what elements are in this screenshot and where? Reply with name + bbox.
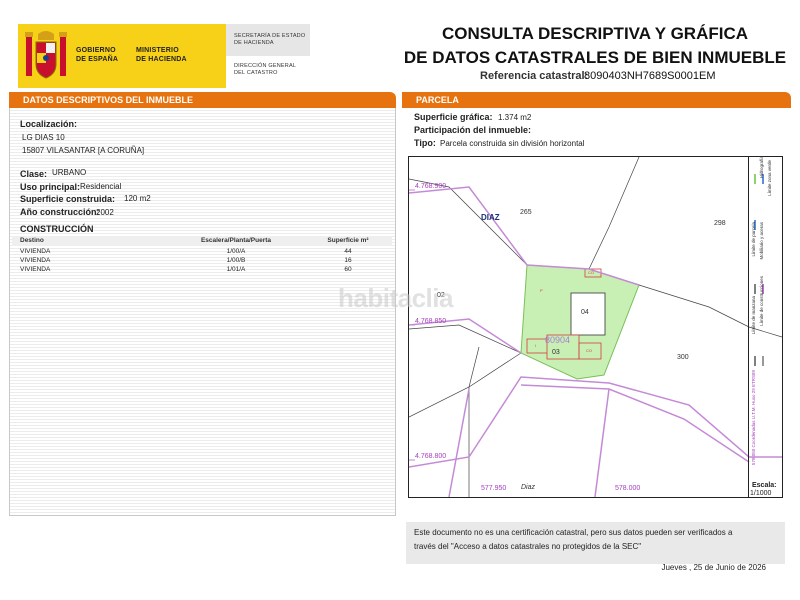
localizacion-label: Localización:	[20, 119, 78, 129]
code-i: I	[535, 343, 537, 348]
superficie-value: 120 m2	[124, 194, 151, 203]
direccion-text: DIRECCIÓN GENERAL DEL CATASTRO	[234, 63, 297, 76]
row-superficie: 16	[344, 257, 352, 264]
superficie-label: Superficie construida:	[20, 194, 116, 204]
document-title: CONSULTA DESCRIPTIVA Y GRÁFICA DE DATOS …	[403, 24, 787, 67]
row-escalera: 1/00/A	[226, 248, 246, 255]
map-drawing	[409, 157, 782, 497]
datos-descriptivos-bar: DATOS DESCRIPTIVOS DEL INMUEBLE	[9, 92, 396, 108]
table-row: VIVIENDA 1/00/B 16	[12, 256, 392, 265]
legend-hidrografia: Hidrografía	[759, 156, 764, 179]
secretaria-text: SECRETARÍA DE ESTADO DE HACIENDA	[234, 33, 306, 46]
parcel-04: 04	[581, 309, 589, 316]
ministerio-text: MINISTERIO DE HACIENDA	[136, 47, 187, 63]
tipo-value: Parcela construida sin división horizont…	[440, 139, 585, 148]
code-co: CO	[586, 348, 592, 353]
parcel-ref-label: 80904	[545, 335, 571, 345]
col-superficie: Superficie m²	[327, 237, 369, 244]
col-destino: Destino	[20, 237, 44, 244]
construccion-table-header: Destino Escalera/Planta/Puerta Superfici…	[12, 236, 392, 246]
legend-coordenadas: 578.050 Coordenadas U.T.M. Huso 29 ETRS8…	[751, 370, 756, 466]
verification-notice: Este documento no es una certificación c…	[406, 522, 785, 564]
code-co-top: CO	[588, 270, 594, 275]
construccion-heading: CONSTRUCCIÓN	[20, 224, 94, 234]
x-label-2: 578.000	[615, 485, 641, 492]
watermark: habitaclia	[338, 283, 453, 313]
uso-value: Residencial	[80, 182, 122, 191]
y-label-3: 4.768.800	[415, 453, 447, 460]
participacion-label: Participación del inmueble:	[414, 125, 532, 135]
legend-mobiliario: Mobiliario y aceras	[759, 222, 764, 260]
notice-line-1: Este documento no es una certificación c…	[414, 528, 733, 537]
tipo-label: Tipo:	[414, 138, 436, 148]
cadastral-map: 4.768.900 4.768.850 4.768.800 577.950 57…	[408, 156, 783, 498]
place-label: DIAZ	[481, 213, 500, 222]
coat-of-arms-icon	[25, 31, 67, 79]
col-escalera: Escalera/Planta/Puerta	[200, 237, 272, 244]
legend-construcciones: Límite de construcciones	[759, 276, 764, 326]
parcel-298: 298	[714, 220, 726, 227]
row-destino: VIVIENDA	[20, 266, 51, 273]
clase-label: Clase:	[20, 169, 48, 179]
superficie-grafica-label: Superficie gráfica:	[414, 112, 493, 122]
superficie-grafica-value: 1.374 m2	[498, 113, 532, 122]
row-escalera: 1/00/B	[226, 257, 246, 264]
address-line-2: 15807 VILASANTAR [A CORUÑA]	[22, 146, 145, 155]
x-label-1: 577.950	[481, 485, 507, 492]
row-destino: VIVIENDA	[20, 248, 51, 255]
code-p: P	[540, 288, 543, 293]
row-superficie: 44	[344, 248, 352, 255]
parcel-03: 03	[552, 349, 560, 356]
y-label-1: 4.768.900	[415, 183, 447, 190]
anio-label: Año construcción:	[20, 207, 100, 217]
parcela-bar: PARCELA	[402, 92, 791, 108]
address-line-1: LG DIAS 10	[22, 133, 65, 142]
map-legend: Límite zona verde Hidrografía Límite de …	[748, 156, 783, 498]
uso-label: Uso principal:	[20, 182, 81, 192]
document-date: Jueves , 25 de Junio de 2026	[661, 563, 766, 572]
gobierno-text: GOBIERNO DE ESPAÑA	[76, 47, 119, 63]
y-label-2: 4.768.850	[415, 318, 447, 325]
referencia-value: 8090403NH7689S0001EM	[584, 70, 716, 82]
clase-value: URBANO	[52, 168, 87, 177]
row-destino: VIVIENDA	[20, 257, 51, 264]
notice-line-2: través del "Acceso a datos catastrales n…	[414, 542, 642, 551]
table-row: VIVIENDA 1/00/A 44	[12, 247, 392, 256]
street-label: Diaz	[521, 484, 536, 491]
row-escalera: 1/01/A	[226, 266, 246, 273]
row-superficie: 60	[344, 266, 352, 273]
table-row: VIVIENDA 1/01/A 60	[12, 265, 392, 274]
anio-value: 2002	[96, 208, 114, 217]
referencia-label: Referencia catastral:	[480, 70, 589, 82]
parcel-300: 300	[677, 354, 689, 361]
parcel-265: 265	[520, 209, 532, 216]
